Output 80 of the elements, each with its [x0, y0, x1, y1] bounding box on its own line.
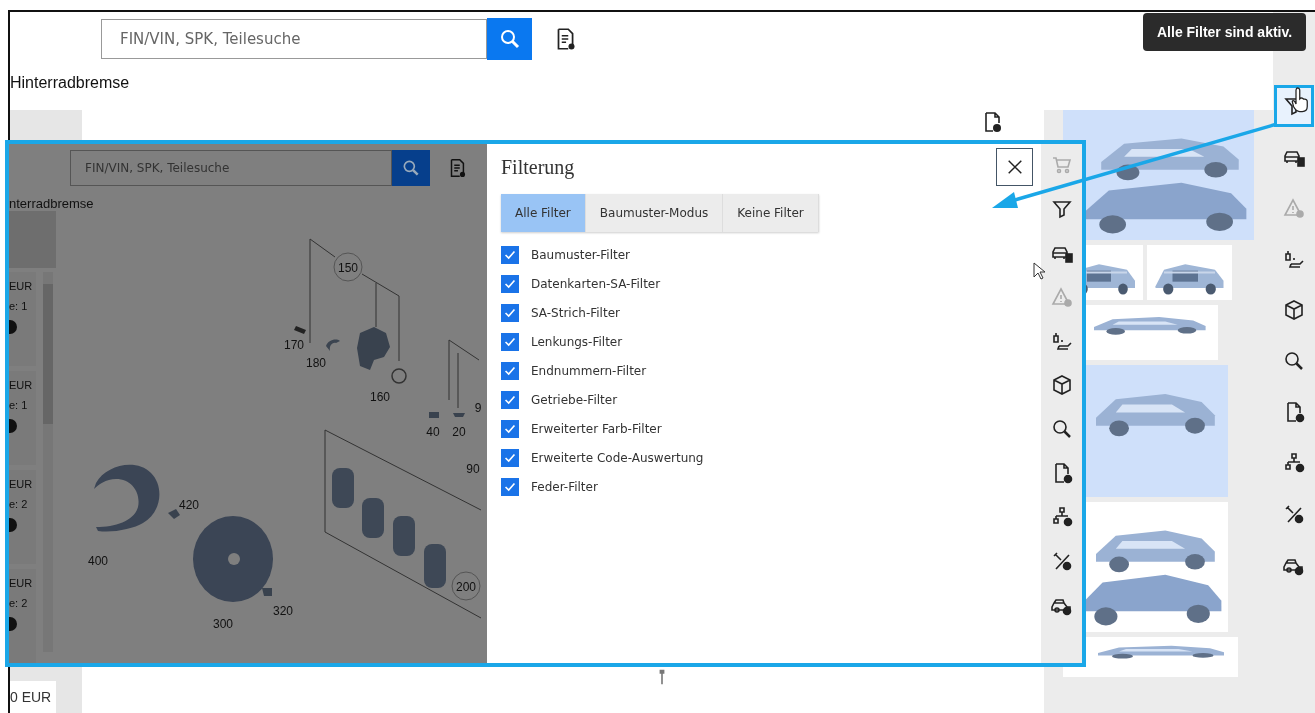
mode-tab[interactable]: Baumuster-Modus [585, 194, 724, 232]
search-icon [401, 158, 421, 178]
checkbox-label: Erweiterter Farb-Filter [531, 422, 662, 436]
clip [326, 339, 340, 351]
checkbox[interactable] [501, 362, 519, 380]
close-icon [1005, 158, 1024, 176]
price: EUR [9, 577, 34, 589]
search-field[interactable]: FIN/VIN, SPK, Teilesuche [101, 19, 487, 59]
part-number: 9 [474, 401, 482, 415]
seal-ring [391, 368, 407, 384]
quantity: e: 1 [9, 399, 29, 411]
pin-icon [658, 667, 666, 687]
scroll-thumb[interactable] [43, 284, 53, 424]
part-number: 400 [88, 554, 108, 568]
part-number: 170 [284, 338, 304, 352]
brake-pad [332, 468, 354, 508]
panel-header [9, 211, 56, 268]
checkbox[interactable] [501, 449, 519, 467]
brake-pad [362, 498, 384, 538]
bolt [453, 413, 465, 417]
part-number: 20 [452, 425, 466, 439]
dialog-title: Filterung [501, 155, 575, 179]
bolt [294, 326, 306, 334]
checkbox-label: Endnummern-Filter [531, 364, 647, 378]
mode-tab[interactable]: Alle Filter [501, 194, 586, 232]
checkbox[interactable] [501, 304, 519, 322]
part-number: 320 [273, 604, 293, 618]
breadcrumb: nterradbremse [9, 195, 95, 211]
hand-cursor-icon [1291, 85, 1311, 113]
network-icon [1282, 451, 1306, 475]
checkbox-label: Feder-Filter [531, 480, 598, 494]
close-button[interactable] [996, 148, 1033, 186]
brake-pad [393, 516, 415, 556]
tooltip: Alle Filter sind aktiv. [1143, 13, 1307, 51]
warning-icon [1282, 196, 1306, 220]
bolt [168, 509, 180, 519]
part-number: 180 [306, 356, 326, 370]
checkbox[interactable] [501, 246, 519, 264]
box-icon [1282, 298, 1306, 322]
callout-circle [333, 252, 363, 282]
brake-caliper [357, 327, 390, 370]
quantity: e: 2 [9, 498, 29, 510]
quantity: e: 2 [9, 597, 29, 609]
part-number: 40 [426, 425, 440, 439]
price: EUR [9, 280, 34, 292]
part-number: 150 [338, 261, 358, 275]
scrollbar[interactable] [43, 272, 53, 652]
checkbox[interactable] [501, 420, 519, 438]
search-field[interactable]: FIN/VIN, SPK, Teilesuche [70, 150, 392, 186]
part-number: 300 [213, 617, 233, 631]
breadcrumb: Hinterradbremse [10, 73, 131, 93]
quantity: e: 1 [9, 300, 29, 312]
checkbox-label: SA-Strich-Filter [531, 306, 620, 320]
checkbox-label: Lenkungs-Filter [531, 335, 623, 349]
checkbox[interactable] [501, 275, 519, 293]
part-number: 420 [179, 498, 199, 512]
checkbox-label: Baumuster-Filter [531, 248, 631, 262]
callout-circle [451, 571, 481, 601]
checkbox[interactable] [501, 391, 519, 409]
dust-shield [94, 464, 160, 532]
brake-pad [424, 544, 446, 588]
price: EUR [9, 379, 34, 391]
checkbox-label: Getriebe-Filter [531, 393, 618, 407]
checkbox-label: Datenkarten-SA-Filter [531, 277, 661, 291]
checkbox[interactable] [501, 333, 519, 351]
mode-tab[interactable]: Keine Filter [723, 194, 819, 232]
price: 0 EUR [10, 689, 52, 705]
bolt [262, 588, 272, 596]
disc-hub [228, 553, 240, 565]
pointer-cursor-icon [1033, 262, 1045, 280]
checkbox-label: Erweiterte Code-Auswertung [531, 451, 704, 465]
part-number: 90 [466, 462, 480, 476]
checkbox[interactable] [501, 478, 519, 496]
warning-icon [1049, 285, 1074, 309]
search-button[interactable] [392, 150, 430, 186]
price: EUR [9, 478, 34, 490]
search-button[interactable] [487, 18, 532, 60]
part-number: 200 [456, 580, 476, 594]
part-number: 160 [370, 390, 390, 404]
bolt [429, 412, 439, 418]
